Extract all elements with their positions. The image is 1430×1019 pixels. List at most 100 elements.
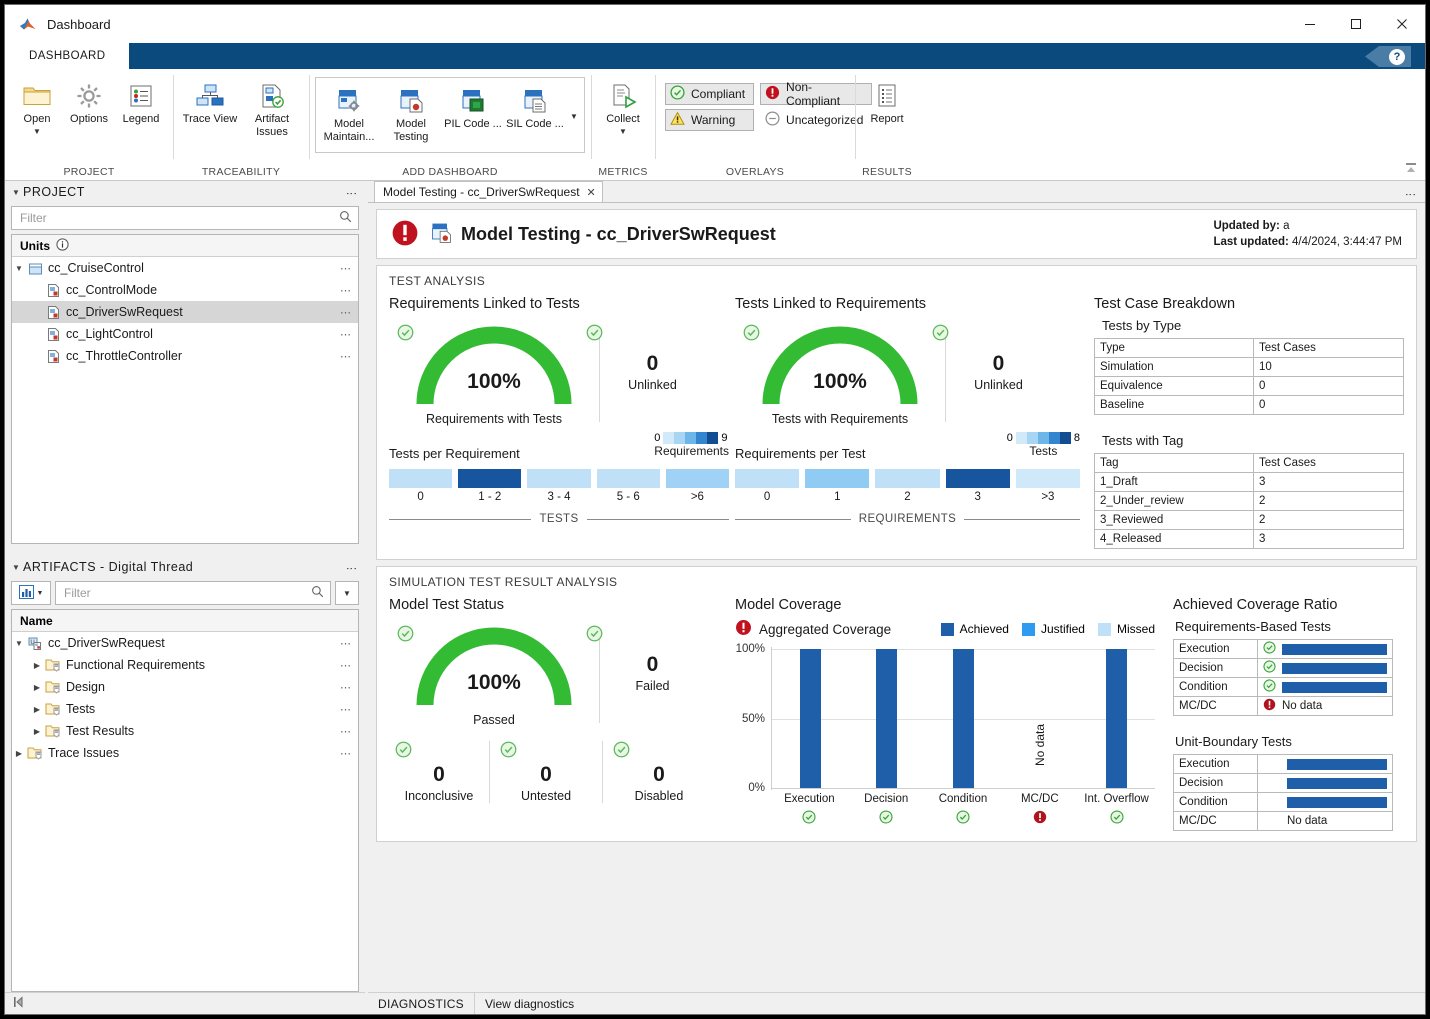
report-button[interactable]: Report bbox=[861, 75, 913, 126]
legend-item-missed[interactable]: Missed bbox=[1098, 622, 1155, 636]
info-icon[interactable] bbox=[56, 238, 69, 254]
artifact-item-functional-requirements[interactable]: ▶ Functional Requirements ⋯ bbox=[12, 654, 358, 676]
minimize-button[interactable] bbox=[1287, 5, 1333, 43]
artifact-item-design[interactable]: ▶ Design ⋯ bbox=[12, 676, 358, 698]
artifacts-panel-menu-button[interactable]: ⋮ bbox=[347, 563, 361, 571]
table-row[interactable]: Simulation 10 bbox=[1095, 358, 1404, 377]
dist-bin[interactable]: 0 bbox=[735, 469, 799, 503]
table-row[interactable]: Condition bbox=[1174, 793, 1393, 812]
table-row[interactable]: 3_Reviewed 2 bbox=[1095, 511, 1404, 530]
chevron-right-icon[interactable]: ▶ bbox=[30, 683, 44, 692]
artifact-item-menu-button[interactable]: ⋯ bbox=[340, 703, 352, 716]
options-button[interactable]: Options bbox=[63, 75, 115, 126]
close-button[interactable] bbox=[1379, 5, 1425, 43]
tree-item-cc-lightcontrol[interactable]: cc_LightControl ⋯ bbox=[12, 323, 358, 345]
artifact-item-menu-button[interactable]: ⋯ bbox=[340, 659, 352, 672]
legend-item-achieved[interactable]: Achieved bbox=[941, 622, 1009, 636]
table-row[interactable]: Decision bbox=[1174, 659, 1393, 678]
project-filter-input[interactable] bbox=[11, 206, 359, 230]
tree-item-menu-button[interactable]: ⋯ bbox=[340, 306, 352, 319]
table-row[interactable]: Execution bbox=[1174, 640, 1393, 659]
gallery-more-button[interactable]: ▼ bbox=[566, 80, 582, 152]
model-maintainability-button[interactable]: Model Maintain... bbox=[318, 80, 380, 143]
project-panel-menu-button[interactable]: ⋮ bbox=[347, 188, 361, 196]
dist-bin[interactable]: >6 bbox=[666, 469, 729, 503]
artifact-item-menu-button[interactable]: ⋯ bbox=[340, 681, 352, 694]
table-row[interactable]: 2_Under_review 2 bbox=[1095, 492, 1404, 511]
table-row[interactable]: Equivalence 0 bbox=[1095, 377, 1404, 396]
dist-bin[interactable]: >3 bbox=[1016, 469, 1080, 503]
artifacts-filter-field[interactable] bbox=[62, 585, 311, 601]
table-row[interactable]: 1_Draft 3 bbox=[1095, 473, 1404, 492]
artifact-item-menu-button[interactable]: ⋯ bbox=[340, 725, 352, 738]
document-tab-menu-button[interactable]: ⋮ bbox=[1404, 186, 1425, 202]
dist-bin[interactable]: 1 - 2 bbox=[458, 469, 521, 503]
pil-code-button[interactable]: PIL Code ... bbox=[442, 80, 504, 131]
dist-bin[interactable]: 0 bbox=[389, 469, 452, 503]
artifact-item-menu-button[interactable]: ⋯ bbox=[340, 747, 352, 760]
table-row[interactable]: Decision bbox=[1174, 774, 1393, 793]
table-row[interactable]: Condition bbox=[1174, 678, 1393, 697]
chevron-right-icon[interactable]: ▶ bbox=[30, 661, 44, 670]
chevron-down-icon[interactable]: ▼ bbox=[12, 639, 26, 648]
collapse-pane-icon[interactable] bbox=[13, 996, 25, 1011]
table-row[interactable]: Baseline 0 bbox=[1095, 396, 1404, 415]
tree-item-menu-button[interactable]: ⋯ bbox=[340, 350, 352, 363]
close-icon[interactable]: ✕ bbox=[587, 186, 596, 199]
chevron-down-icon[interactable]: ▼ bbox=[12, 264, 26, 273]
dist-bin[interactable]: 5 - 6 bbox=[597, 469, 660, 503]
coverage-bar-execution[interactable] bbox=[772, 647, 849, 788]
artifacts-filter-input[interactable] bbox=[55, 581, 331, 605]
maximize-button[interactable] bbox=[1333, 5, 1379, 43]
artifact-item-cc-driverswrequest[interactable]: ▼ U cc_DriverSwRequest ⋯ bbox=[12, 632, 358, 654]
artifacts-view-mode-button[interactable]: ▼ bbox=[11, 581, 51, 605]
tree-item-cc-driverswrequest[interactable]: cc_DriverSwRequest ⋯ bbox=[12, 301, 358, 323]
artifact-item-tests[interactable]: ▶ Tests ⋯ bbox=[12, 698, 358, 720]
table-row[interactable]: MC/DC No data bbox=[1174, 697, 1393, 716]
dist-bin[interactable]: 3 bbox=[946, 469, 1010, 503]
overlay-warning-toggle[interactable]: Warning bbox=[665, 109, 754, 131]
chevron-right-icon[interactable]: ▶ bbox=[30, 705, 44, 714]
tree-item-menu-button[interactable]: ⋯ bbox=[340, 262, 352, 275]
chevron-down-icon[interactable]: ▼ bbox=[37, 590, 44, 597]
chevron-down-icon[interactable]: ▼ bbox=[9, 188, 23, 197]
tree-item-menu-button[interactable]: ⋯ bbox=[340, 328, 352, 341]
artifact-item-test-results[interactable]: ▶ Test Results ⋯ bbox=[12, 720, 358, 742]
artifact-issues-button[interactable]: Artifact Issues bbox=[241, 75, 303, 138]
help-button[interactable]: ? bbox=[1365, 46, 1411, 67]
table-row[interactable]: Execution bbox=[1174, 755, 1393, 774]
table-row[interactable]: 4_Released 3 bbox=[1095, 530, 1404, 549]
collapse-ribbon-button[interactable] bbox=[1403, 160, 1419, 176]
document-tab-model-testing[interactable]: Model Testing - cc_DriverSwRequest ✕ bbox=[374, 181, 603, 202]
tree-item-cc-cruisecontrol[interactable]: ▼ cc_CruiseControl ⋯ bbox=[12, 257, 358, 279]
chevron-down-icon[interactable]: ▼ bbox=[9, 563, 23, 572]
chevron-down-icon[interactable]: ▼ bbox=[33, 127, 41, 136]
chevron-right-icon[interactable]: ▶ bbox=[30, 727, 44, 736]
project-filter-field[interactable] bbox=[18, 210, 339, 226]
dist-bin[interactable]: 1 bbox=[805, 469, 869, 503]
dist-bin[interactable]: 3 - 4 bbox=[527, 469, 590, 503]
coverage-bar-condition[interactable] bbox=[925, 647, 1002, 788]
dist-bin[interactable]: 2 bbox=[875, 469, 939, 503]
legend-item-justified[interactable]: Justified bbox=[1022, 622, 1085, 636]
tree-item-cc-controlmode[interactable]: cc_ControlMode ⋯ bbox=[12, 279, 358, 301]
open-button[interactable]: Open ▼ bbox=[11, 75, 63, 136]
chevron-right-icon[interactable]: ▶ bbox=[12, 749, 26, 758]
coverage-bar-decision[interactable] bbox=[849, 647, 926, 788]
artifacts-options-dropdown[interactable]: ▼ bbox=[335, 581, 359, 605]
view-diagnostics-link[interactable]: View diagnostics bbox=[475, 993, 1425, 1014]
artifact-item-menu-button[interactable]: ⋯ bbox=[340, 637, 352, 650]
overlay-compliant-toggle[interactable]: Compliant bbox=[665, 83, 754, 105]
tree-item-menu-button[interactable]: ⋯ bbox=[340, 284, 352, 297]
table-row[interactable]: MC/DC No data bbox=[1174, 812, 1393, 831]
sil-code-button[interactable]: SIL Code ... bbox=[504, 80, 566, 131]
tree-item-cc-throttlecontroller[interactable]: cc_ThrottleController ⋯ bbox=[12, 345, 358, 367]
chevron-down-icon[interactable]: ▼ bbox=[619, 127, 627, 136]
artifact-item-trace-issues[interactable]: ▶ Trace Issues ⋯ bbox=[12, 742, 358, 764]
coverage-bar-int-overflow[interactable] bbox=[1078, 647, 1155, 788]
legend-button[interactable]: Legend bbox=[115, 75, 167, 126]
trace-view-button[interactable]: Trace View bbox=[179, 75, 241, 126]
coverage-bar-mcdc[interactable]: No data bbox=[1002, 647, 1079, 788]
collect-button[interactable]: Collect ▼ bbox=[597, 75, 649, 136]
model-testing-button[interactable]: Model Testing bbox=[380, 80, 442, 143]
